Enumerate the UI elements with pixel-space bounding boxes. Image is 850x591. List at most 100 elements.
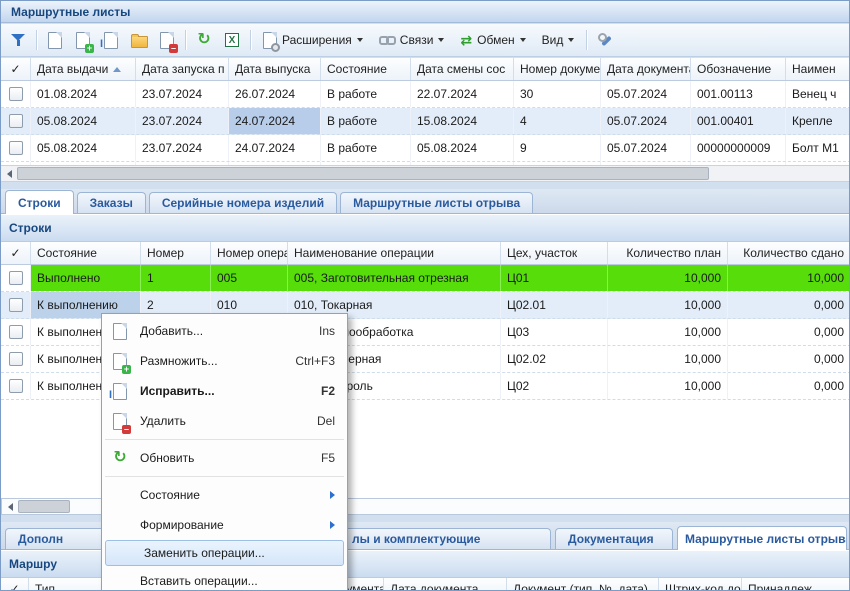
delete-button[interactable] [154,28,180,52]
column-header[interactable]: Дата смены сос [411,58,514,80]
tab-stroki[interactable]: Строки [5,190,74,214]
scroll-left-button[interactable] [2,499,18,514]
column-header[interactable]: Документ (тип, №, дата) [507,578,659,591]
row-checkbox[interactable] [9,114,23,128]
cell[interactable]: В работе [321,108,411,134]
tab-tear-off-route-sheets-bottom[interactable]: Маршрутные листы отрыва [677,526,847,550]
excel-export-button[interactable] [219,28,245,52]
cell[interactable]: 30 [514,81,601,107]
cell[interactable]: 23.07.2024 [136,135,229,161]
column-header[interactable]: Цех, участок [501,242,608,264]
row-checkbox-cell[interactable] [1,319,31,345]
route-sheet-row[interactable]: 01.08.202423.07.202426.07.2024В работе22… [1,81,850,108]
tab-dopolnitelno[interactable]: Дополн [5,528,115,549]
menu-item[interactable]: Формирование [102,510,347,540]
links-menu-button[interactable]: Связи [372,28,452,52]
row-checkbox-cell[interactable] [1,346,31,372]
select-all-column-header[interactable]: ✓ [1,58,31,80]
cell[interactable]: 22.07.2024 [411,81,514,107]
exchange-menu-button[interactable]: ⇄ Обмен [453,28,532,52]
refresh-button[interactable]: ↻ [191,28,217,52]
scrollbar-thumb[interactable] [18,500,70,513]
menu-item[interactable]: Заменить операции... [105,540,344,566]
add-button[interactable] [42,28,68,52]
column-header[interactable]: Состояние [321,58,411,80]
row-checkbox[interactable] [9,271,23,285]
row-checkbox-cell[interactable] [1,265,31,291]
column-header[interactable]: Дата документа [384,578,507,591]
row-checkbox-cell[interactable] [1,373,31,399]
menu-item[interactable]: УдалитьDel [102,406,347,436]
row-checkbox[interactable] [9,325,23,339]
column-header[interactable]: Количество план [608,242,728,264]
cell[interactable]: 005 [211,265,288,291]
operation-row[interactable]: Выполнено1005005, Заготовительная отрезн… [1,265,850,292]
row-checkbox[interactable] [9,352,23,366]
column-header[interactable]: Принадлеж [742,578,850,591]
cell[interactable]: Ц01 [501,265,608,291]
cell[interactable]: 4 [514,108,601,134]
column-header[interactable]: Штрих-код докуме [659,578,742,591]
edit-button[interactable] [98,28,124,52]
cell[interactable]: 05.08.2024 [31,135,136,161]
cell[interactable]: 0,000 [728,319,850,345]
cell[interactable]: Ц02.01 [501,292,608,318]
column-header[interactable]: Количество сдано [728,242,850,264]
select-all-column-header[interactable]: ✓ [1,578,29,591]
menu-item[interactable]: ↻ОбновитьF5 [102,443,347,473]
column-header[interactable]: Обозначение [691,58,786,80]
cell[interactable]: 10,000 [608,346,728,372]
cell[interactable]: 05.08.2024 [31,108,136,134]
column-header[interactable]: Номер опера [211,242,288,264]
cell[interactable]: 24.07.2024 [229,108,321,134]
cell[interactable]: Венец ч [786,81,850,107]
route-table-hscrollbar[interactable] [1,165,850,182]
cell[interactable]: 10,000 [728,265,850,291]
cell[interactable]: В работе [321,81,411,107]
settings-button[interactable] [592,28,618,52]
column-header[interactable]: Состояние [31,242,141,264]
cell[interactable]: 05.07.2024 [601,108,691,134]
cell[interactable]: 0,000 [728,292,850,318]
filter-button[interactable] [5,28,31,52]
cell[interactable]: Ц02.02 [501,346,608,372]
row-checkbox-cell[interactable] [1,135,31,161]
tab-zakazy[interactable]: Заказы [77,192,146,213]
row-checkbox-cell[interactable] [1,292,31,318]
cell[interactable]: 005, Заготовительная отрезная [288,265,501,291]
cell[interactable]: 01.08.2024 [31,81,136,107]
cell[interactable]: Ц03 [501,319,608,345]
row-checkbox[interactable] [9,141,23,155]
cell[interactable]: 0,000 [728,373,850,399]
scrollbar-thumb[interactable] [17,167,709,180]
cell[interactable]: 05.07.2024 [601,135,691,161]
column-header[interactable]: Дата документа [601,58,691,80]
menu-item[interactable]: Исправить...F2 [102,376,347,406]
cell[interactable]: 23.07.2024 [136,108,229,134]
extensions-menu-button[interactable]: Расширения [256,28,370,52]
cell[interactable]: 9 [514,135,601,161]
route-sheet-row[interactable]: 05.08.202423.07.202424.07.2024В работе05… [1,135,850,162]
row-checkbox[interactable] [9,379,23,393]
cell[interactable]: 05.07.2024 [601,81,691,107]
cell[interactable]: Крепле [786,108,850,134]
tab-documentation[interactable]: Документация [555,528,673,549]
cell[interactable]: 10,000 [608,265,728,291]
row-checkbox-cell[interactable] [1,108,31,134]
menu-item[interactable]: Состояние [102,480,347,510]
column-header[interactable]: Наимен [786,58,850,80]
cell[interactable]: Выполнено [31,265,141,291]
cell[interactable]: 24.07.2024 [229,135,321,161]
menu-item[interactable]: Вставить операции... [102,566,347,591]
cell[interactable]: 1 [141,265,211,291]
cell[interactable]: 26.07.2024 [229,81,321,107]
cell[interactable]: 05.08.2024 [411,135,514,161]
route-sheet-row[interactable]: 05.08.202423.07.202424.07.2024В работе15… [1,108,850,135]
menu-item[interactable]: Размножить...Ctrl+F3 [102,346,347,376]
duplicate-button[interactable] [70,28,96,52]
menu-item[interactable]: Добавить...Ins [102,316,347,346]
cell[interactable]: 001.00401 [691,108,786,134]
tab-tear-off-route-sheets[interactable]: Маршрутные листы отрыва [340,192,533,213]
cell[interactable]: Ц02 [501,373,608,399]
cell[interactable]: 00000000009 [691,135,786,161]
